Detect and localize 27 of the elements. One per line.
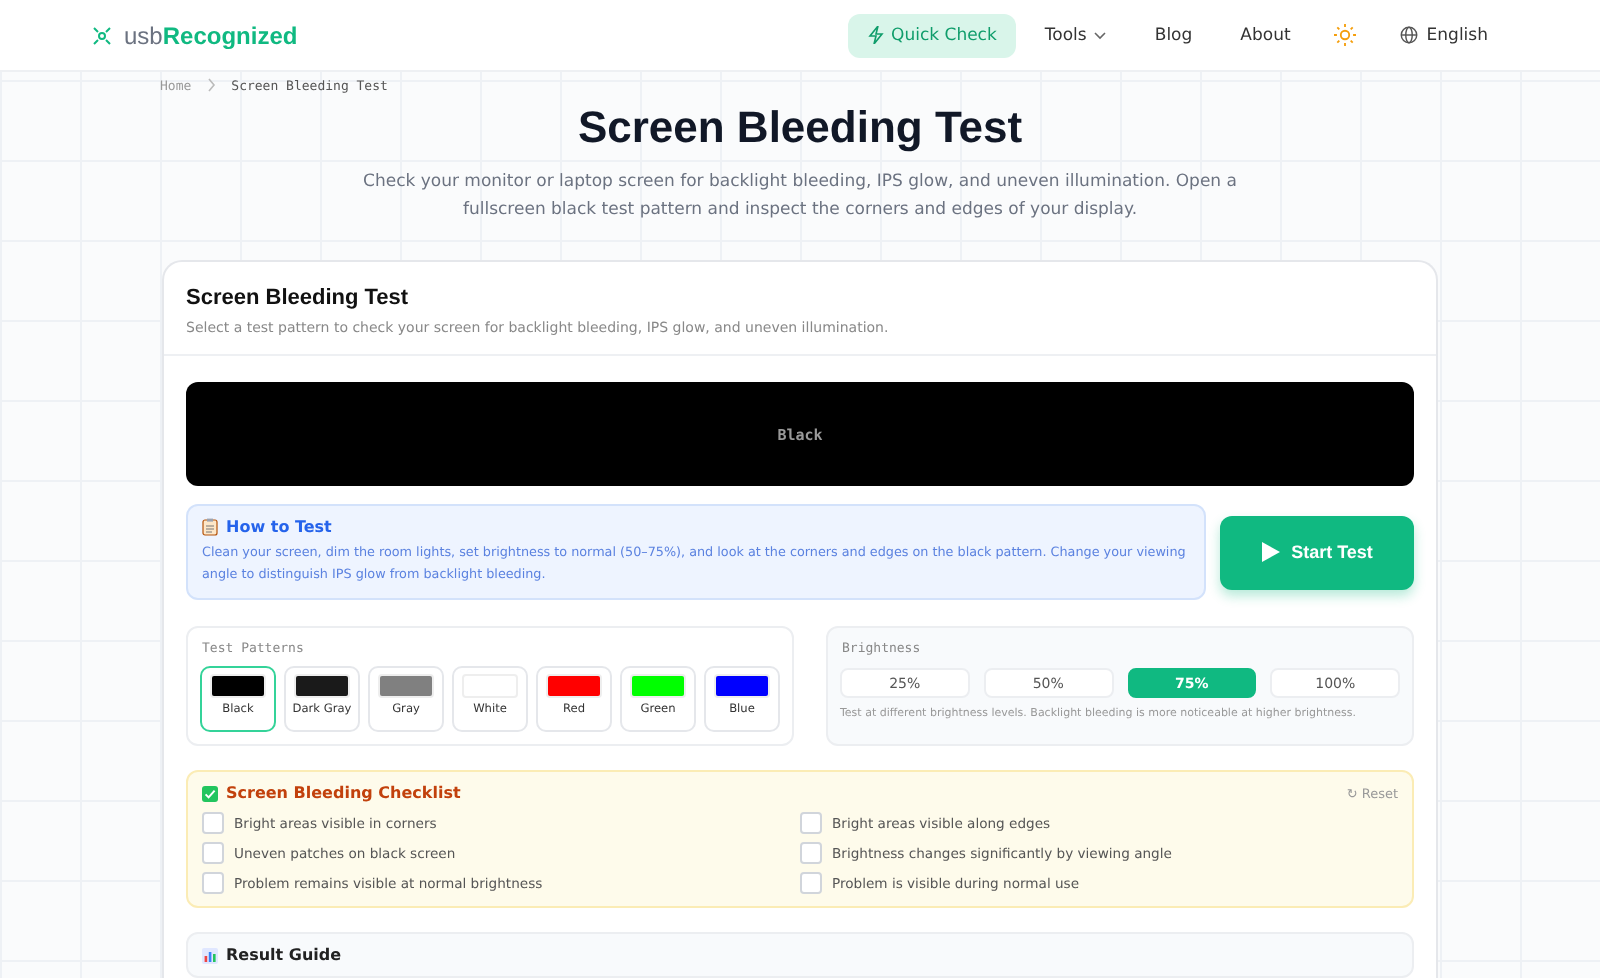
tools-menu[interactable]: Tools [1024,13,1127,57]
globe-icon [1400,26,1419,44]
sun-icon[interactable] [1334,24,1357,46]
nav-link[interactable]: About [1220,13,1311,57]
checkbox[interactable] [800,842,822,864]
bar-chart-icon [202,947,218,963]
check-icon [202,785,218,801]
chevron-right-icon [207,78,216,92]
checklist-title: Screen Bleeding Checklist [226,784,461,802]
chevron-down-icon [1094,31,1107,39]
lightning-icon [867,26,884,44]
page-title: Screen Bleeding Test [575,102,1025,154]
play-icon [1261,542,1280,562]
site-logo[interactable]: usbRecognized [124,21,298,49]
nav-link[interactable]: Blog [1134,13,1213,57]
language-selector[interactable]: English [1380,13,1508,57]
checkbox[interactable] [202,872,224,894]
page-description: Check your monitor or laptop screen for backlight bleeding, IPS glow, and uneven illumination. Open a fullscreen black test pattern and inspect the corners and edges of your display. [361,170,1239,224]
checkbox[interactable] [800,872,822,894]
checkbox[interactable] [202,812,224,834]
checkbox[interactable] [800,812,822,834]
result-guide-title: Result Guide [226,946,342,964]
checkbox[interactable] [202,842,224,864]
clipboard-icon [202,518,218,536]
card-title: Screen Bleeding Test [186,286,411,310]
how-to-title: How to Test [226,518,332,536]
logo-icon [92,25,112,45]
